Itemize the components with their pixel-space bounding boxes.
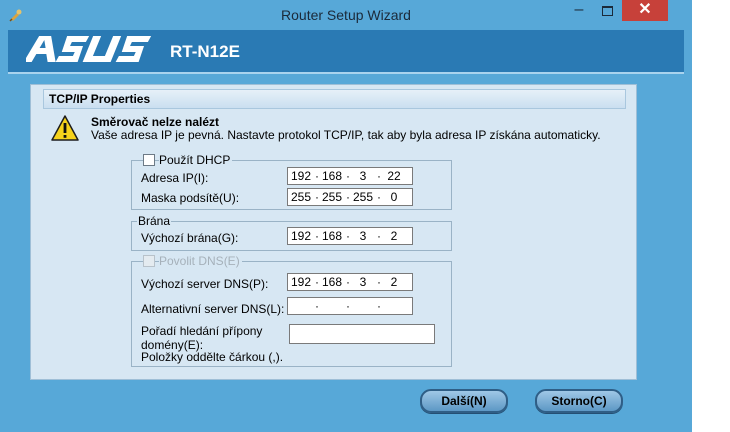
ip-octet: 2 bbox=[390, 275, 398, 289]
ip-octet: 0 bbox=[390, 190, 398, 204]
minimize-button[interactable]: – bbox=[566, 0, 592, 21]
maximize-button[interactable] bbox=[594, 0, 620, 21]
ip-dot: · bbox=[377, 229, 381, 243]
enable-dns-label[interactable]: Povolit DNS(E) bbox=[159, 254, 242, 268]
asus-logo bbox=[26, 36, 152, 62]
subnet-mask-label: Maska podsítě(U): bbox=[141, 191, 240, 205]
brand-banner: RT-N12E bbox=[8, 30, 684, 72]
ip-dot: · bbox=[346, 190, 350, 204]
ip-dot: · bbox=[377, 169, 381, 183]
dhcp-label[interactable]: Použít DHCP bbox=[159, 153, 233, 167]
tcpip-panel: TCP/IP Properties Směrovač nelze nalézt … bbox=[30, 84, 637, 380]
ip-octet: 3 bbox=[359, 169, 367, 183]
dhcp-checkbox[interactable] bbox=[143, 154, 155, 166]
title-bar[interactable]: Router Setup Wizard – ✕ bbox=[0, 0, 692, 30]
subnet-mask-input[interactable]: 255 · 255 · 255 · 0 bbox=[287, 188, 413, 206]
ip-dot: · bbox=[315, 229, 319, 243]
default-gateway-label: Výchozí brána(G): bbox=[141, 231, 239, 245]
domain-suffix-input[interactable] bbox=[289, 324, 435, 344]
next-button[interactable]: Další(N) bbox=[420, 389, 508, 413]
ip-dot: · bbox=[346, 275, 350, 289]
wizard-window: Router Setup Wizard – ✕ RT-N12E TCP/IP P… bbox=[0, 0, 692, 432]
cancel-button[interactable]: Storno(C) bbox=[535, 389, 623, 413]
maximize-icon bbox=[601, 6, 613, 16]
ip-octet: 168 bbox=[321, 275, 343, 289]
close-button[interactable]: ✕ bbox=[622, 0, 668, 21]
banner-divider bbox=[8, 72, 684, 74]
ip-address-input[interactable]: 192 · 168 · 3 · 22 bbox=[287, 167, 413, 185]
default-gateway-input[interactable]: 192 · 168 · 3 · 2 bbox=[287, 227, 413, 245]
ip-octet: 192 bbox=[290, 275, 312, 289]
ip-dot: · bbox=[346, 299, 350, 313]
ip-octet: 168 bbox=[321, 169, 343, 183]
ip-octet: 2 bbox=[390, 229, 398, 243]
alternate-dns-label: Alternativní server DNS(L): bbox=[141, 302, 285, 316]
ip-dot: · bbox=[315, 275, 319, 289]
ip-address-label: Adresa IP(I): bbox=[141, 171, 209, 185]
ip-dot: · bbox=[346, 229, 350, 243]
ip-dot: · bbox=[315, 299, 319, 313]
ip-dot: · bbox=[315, 169, 319, 183]
ip-octet: 168 bbox=[321, 229, 343, 243]
ip-octet: 3 bbox=[359, 229, 367, 243]
ip-octet: 255 bbox=[352, 190, 374, 204]
ip-octet: 255 bbox=[321, 190, 343, 204]
ip-octet: 192 bbox=[290, 229, 312, 243]
ip-octet: 3 bbox=[359, 275, 367, 289]
gateway-group-title: Brána bbox=[137, 214, 172, 228]
ip-octet: 255 bbox=[290, 190, 312, 204]
ip-dot: · bbox=[346, 169, 350, 183]
preferred-dns-label: Výchozí server DNS(P): bbox=[141, 277, 269, 291]
domain-suffix-label: Pořadí hledání přípony domény(E): bbox=[141, 324, 263, 352]
domain-suffix-hint: Položky oddělte čárkou (,). bbox=[141, 350, 284, 364]
ip-dot: · bbox=[377, 190, 381, 204]
model-name: RT-N12E bbox=[170, 42, 240, 61]
ip-dot: · bbox=[377, 299, 381, 313]
preferred-dns-input[interactable]: 192 · 168 · 3 · 2 bbox=[287, 273, 413, 291]
ip-octet: 192 bbox=[290, 169, 312, 183]
section-title: TCP/IP Properties bbox=[43, 89, 626, 109]
ip-dot: · bbox=[315, 190, 319, 204]
warning-triangle-icon bbox=[51, 115, 79, 141]
alternate-dns-input[interactable]: · · · bbox=[287, 297, 413, 315]
enable-dns-checkbox[interactable] bbox=[143, 255, 155, 267]
ip-octet: 22 bbox=[387, 169, 401, 183]
warning-text: Vaše adresa IP je pevná. Nastavte protok… bbox=[91, 128, 601, 142]
warning-title: Směrovač nelze nalézt bbox=[91, 115, 220, 129]
ip-dot: · bbox=[377, 275, 381, 289]
